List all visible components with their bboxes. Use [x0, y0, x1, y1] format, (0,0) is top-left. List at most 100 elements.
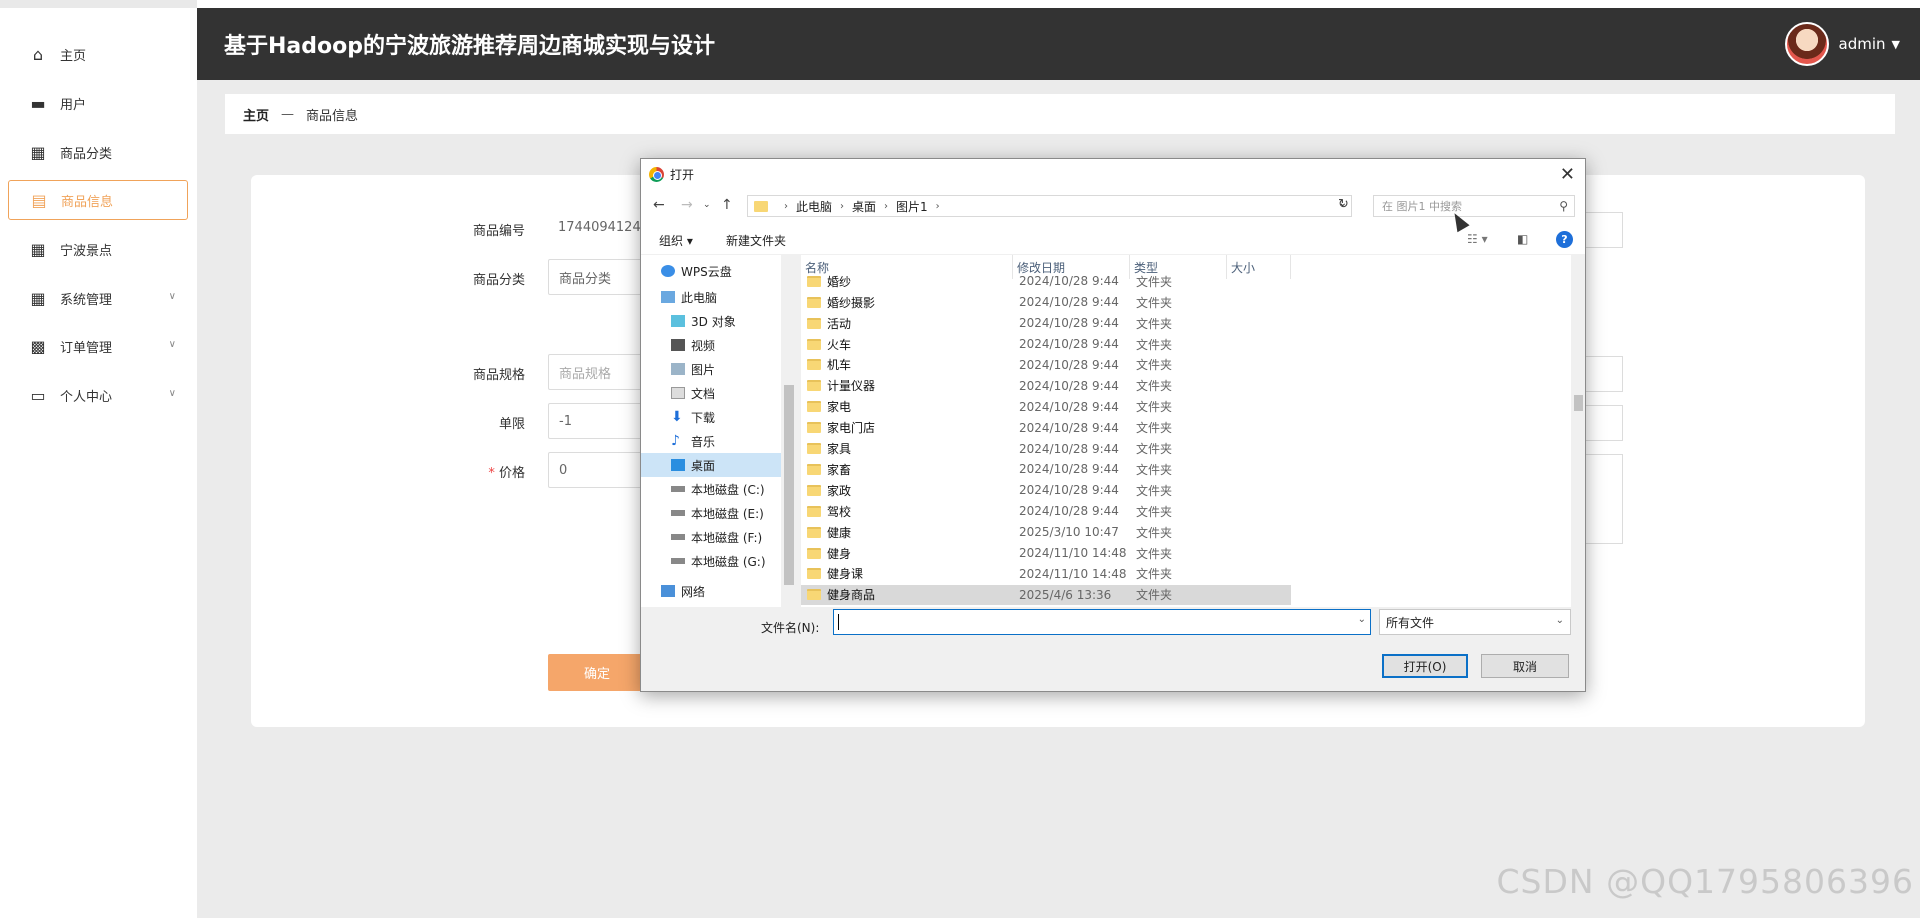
refresh-icon[interactable]: ↻	[1338, 197, 1349, 212]
file-row[interactable]: 健身 2024/11/10 14:48 文件夹	[801, 543, 1291, 564]
folder-icon	[807, 443, 821, 455]
file-row[interactable]: 火车 2024/10/28 9:44 文件夹	[801, 334, 1291, 355]
confirm-button[interactable]: 确定	[548, 654, 646, 691]
nav-3d-objects[interactable]: 3D 对象	[641, 309, 781, 333]
sidebar-item-category[interactable]: ▦ 商品分类	[8, 132, 188, 172]
file-type: 文件夹	[1136, 358, 1173, 373]
file-row[interactable]: 健康 2025/3/10 10:47 文件夹	[801, 522, 1291, 543]
sidebar-item-scenic[interactable]: ▦ 宁波景点	[8, 229, 188, 269]
scrollbar-thumb[interactable]	[784, 385, 794, 585]
user-menu[interactable]: admin ▼	[1784, 22, 1900, 66]
document-icon	[671, 387, 685, 399]
nav-label: 本地磁盘 (G:)	[691, 554, 766, 569]
up-arrow-icon[interactable]: ↑	[721, 197, 733, 213]
nav-scrollbar[interactable]	[781, 255, 797, 607]
breadcrumb-current: 商品信息	[306, 108, 359, 124]
card-icon: ▭	[30, 385, 46, 405]
file-row[interactable]: 机车 2024/10/28 9:44 文件夹	[801, 355, 1291, 376]
help-icon[interactable]: ?	[1556, 231, 1573, 248]
nav-wps-cloud[interactable]: WPS云盘	[641, 259, 781, 283]
organize-button[interactable]: 组织 ▾	[659, 232, 693, 249]
path-item[interactable]: 此电脑	[796, 198, 832, 215]
file-row[interactable]: 家电门店 2024/10/28 9:44 文件夹	[801, 417, 1291, 438]
filetype-select[interactable]: 所有文件 ⌄	[1379, 609, 1571, 635]
folder-icon	[807, 296, 821, 308]
path-item[interactable]: 桌面	[852, 198, 876, 215]
chevron-right-icon: ›	[784, 200, 788, 212]
file-row[interactable]: 驾校 2024/10/28 9:44 文件夹	[801, 501, 1291, 522]
new-folder-button[interactable]: 新建文件夹	[726, 232, 786, 249]
nav-videos[interactable]: 视频	[641, 333, 781, 357]
view-options-icon[interactable]: ☷ ▾	[1467, 232, 1488, 246]
cancel-button[interactable]: 取消	[1481, 654, 1569, 678]
file-type: 文件夹	[1136, 588, 1173, 603]
text-caret	[838, 614, 839, 630]
code-label: 商品编号	[472, 224, 525, 239]
sidebar-item-system[interactable]: ▦ 系统管理 ∨	[8, 278, 188, 318]
path-item[interactable]: 图片1	[896, 198, 928, 215]
chevron-down-icon[interactable]: ⌄	[1358, 614, 1366, 625]
search-input[interactable]: 在 图片1 中搜索 ⚲	[1373, 195, 1575, 217]
sidebar-item-home[interactable]: ⌂ 主页	[8, 34, 188, 74]
close-icon[interactable]: ✕	[1560, 164, 1575, 185]
chevron-right-icon: ›	[840, 200, 845, 212]
sidebar-item-orders[interactable]: ▩ 订单管理 ∨	[8, 326, 188, 366]
sidebar-item-profile[interactable]: ▭ 个人中心 ∨	[8, 375, 188, 415]
file-row[interactable]: 家畜 2024/10/28 9:44 文件夹	[801, 459, 1291, 480]
filename-input[interactable]: ⌄	[833, 609, 1371, 635]
scrollbar-thumb[interactable]	[1574, 395, 1583, 411]
file-date: 2024/10/28 9:44	[1019, 378, 1119, 393]
nav-label: 图片	[691, 362, 716, 377]
nav-label: 音乐	[691, 434, 716, 449]
open-button[interactable]: 打开(O)	[1382, 654, 1468, 678]
file-row[interactable]: 婚纱 2024/10/28 9:44 文件夹	[801, 271, 1291, 292]
file-name: 活动	[807, 315, 851, 332]
file-type: 文件夹	[1136, 295, 1173, 310]
nav-drive-g[interactable]: 本地磁盘 (G:)	[641, 549, 781, 573]
download-icon: ⬇	[671, 409, 683, 425]
folder-icon	[807, 422, 821, 434]
nav-downloads[interactable]: ⬇ 下载	[641, 405, 781, 429]
sidebar-item-product-info[interactable]: ▤ 商品信息	[8, 180, 188, 220]
file-type: 文件夹	[1136, 274, 1173, 289]
file-row[interactable]: 健身课 2024/11/10 14:48 文件夹	[801, 564, 1291, 585]
grid-icon: ▦	[30, 288, 46, 308]
file-row[interactable]: 家电 2024/10/28 9:44 文件夹	[801, 396, 1291, 417]
file-row[interactable]: 健身商品 2025/4/6 13:36 文件夹	[801, 584, 1291, 606]
nav-pictures[interactable]: 图片	[641, 357, 781, 381]
file-row[interactable]: 家具 2024/10/28 9:44 文件夹	[801, 438, 1291, 459]
file-row[interactable]: 活动 2024/10/28 9:44 文件夹	[801, 313, 1291, 334]
nav-drive-f[interactable]: 本地磁盘 (F:)	[641, 525, 781, 549]
address-bar[interactable]: › 此电脑 › 桌面 › 图片1 › ⌄	[747, 195, 1352, 217]
network-icon	[661, 585, 675, 597]
sidebar-item-users[interactable]: ▬ 用户	[8, 83, 188, 123]
monitor-icon: ▬	[30, 93, 46, 113]
file-scrollbar[interactable]	[1571, 255, 1585, 607]
forward-arrow-icon[interactable]: →	[681, 197, 693, 213]
file-row[interactable]: 家政 2024/10/28 9:44 文件夹	[801, 480, 1291, 501]
nav-drive-e[interactable]: 本地磁盘 (E:)	[641, 501, 781, 525]
nav-this-pc[interactable]: 此电脑	[641, 285, 781, 309]
nav-drive-c[interactable]: 本地磁盘 (C:)	[641, 477, 781, 501]
nav-music[interactable]: ♪ 音乐	[641, 429, 781, 453]
breadcrumb-home[interactable]: 主页	[243, 105, 269, 124]
file-date: 2024/10/28 9:44	[1019, 504, 1119, 519]
file-name-text: 机车	[827, 358, 852, 373]
file-name: 婚纱	[807, 273, 851, 290]
home-icon: ⌂	[32, 44, 44, 64]
file-row[interactable]: 婚纱摄影 2024/10/28 9:44 文件夹	[801, 292, 1291, 313]
file-row[interactable]: 计量仪器 2024/10/28 9:44 文件夹	[801, 376, 1291, 397]
drive-icon	[671, 558, 685, 564]
clipboard-icon: ▤	[31, 190, 47, 210]
file-date: 2024/10/28 9:44	[1019, 337, 1119, 352]
chevron-down-icon[interactable]: ⌄	[703, 200, 711, 210]
file-name-text: 驾校	[827, 504, 852, 519]
folder-icon	[807, 484, 821, 496]
nav-desktop[interactable]: 桌面	[641, 453, 781, 477]
nav-documents[interactable]: 文档	[641, 381, 781, 405]
file-name: 家政	[807, 482, 851, 499]
nav-network[interactable]: 网络	[641, 579, 781, 603]
back-arrow-icon[interactable]: ←	[653, 197, 665, 213]
preview-pane-icon[interactable]: ◧	[1517, 232, 1528, 246]
file-name: 健身商品	[807, 586, 875, 603]
